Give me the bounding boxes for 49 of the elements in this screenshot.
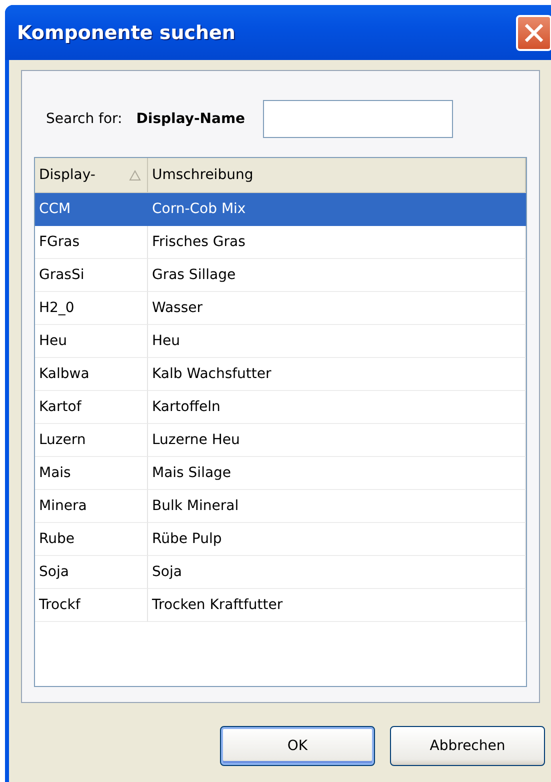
search-label: Search for:	[46, 111, 122, 127]
window-title: Komponente suchen	[17, 22, 236, 44]
table-cell: Kartoffeln	[152, 399, 220, 415]
table-row[interactable]: Rube Rübe Pulp	[35, 523, 526, 556]
table-cell: FGras	[39, 234, 80, 250]
table-row[interactable]: Minera Bulk Mineral	[35, 490, 526, 523]
table-cell: Rube	[39, 531, 74, 547]
table-row[interactable]: FGras Frisches Gras	[35, 226, 526, 259]
table-cell: Frisches Gras	[152, 234, 246, 250]
table-row[interactable]: CCM Corn-Cob Mix	[35, 193, 526, 226]
table-row[interactable]: Kartof Kartoffeln	[35, 391, 526, 424]
table-cell: Kalbwa	[39, 366, 90, 382]
table-cell: H2_0	[39, 300, 74, 316]
table-row[interactable]: H2_0 Wasser	[35, 292, 526, 325]
table-cell: Minera	[39, 498, 87, 514]
table-cell: Heu	[152, 333, 180, 349]
table-row[interactable]: Mais Mais Silage	[35, 457, 526, 490]
search-field[interactable]	[263, 100, 454, 138]
table-row[interactable]: Heu Heu	[35, 325, 526, 358]
table-cell: Corn-Cob Mix	[152, 201, 246, 217]
ok-button[interactable]: OK	[220, 726, 375, 766]
table-row[interactable]: Soja Soja	[35, 556, 526, 589]
column-header[interactable]: Display-	[35, 158, 148, 192]
table-cell: Mais	[39, 465, 71, 481]
search-field-name: Display-Name	[136, 111, 246, 127]
cancel-button[interactable]: Abbrechen	[390, 726, 545, 766]
table-cell: Rübe Pulp	[152, 531, 222, 547]
table-cell: Luzern	[39, 432, 86, 448]
close-icon	[523, 22, 545, 44]
table-cell: Heu	[39, 333, 68, 349]
table-row[interactable]: GrasSi Gras Sillage	[35, 259, 526, 292]
table-cell: CCM	[39, 201, 71, 217]
table-cell: GrasSi	[39, 267, 84, 283]
table-row[interactable]: Kalbwa Kalb Wachsfutter	[35, 358, 526, 391]
table-cell: Wasser	[152, 300, 202, 316]
table-cell: Bulk Mineral	[152, 498, 239, 514]
table-cell: Kalb Wachsfutter	[152, 366, 272, 382]
table-cell: Mais Silage	[152, 465, 232, 481]
table-row[interactable]: Luzern Luzerne Heu	[35, 424, 526, 457]
column-header[interactable]: Umschreibung	[148, 158, 526, 192]
table-cell: Trockf	[39, 597, 80, 613]
table-cell: Kartof	[39, 399, 82, 415]
close-button[interactable]	[516, 14, 551, 50]
table-cell: Soja	[152, 564, 182, 580]
table-cell: Soja	[39, 564, 69, 580]
table-row[interactable]: Trockf Trocken Kraftfutter	[35, 589, 526, 622]
table-cell: Luzerne Heu	[152, 432, 240, 448]
table-cell: Trocken Kraftfutter	[152, 597, 283, 613]
table-cell: Gras Sillage	[152, 267, 236, 283]
